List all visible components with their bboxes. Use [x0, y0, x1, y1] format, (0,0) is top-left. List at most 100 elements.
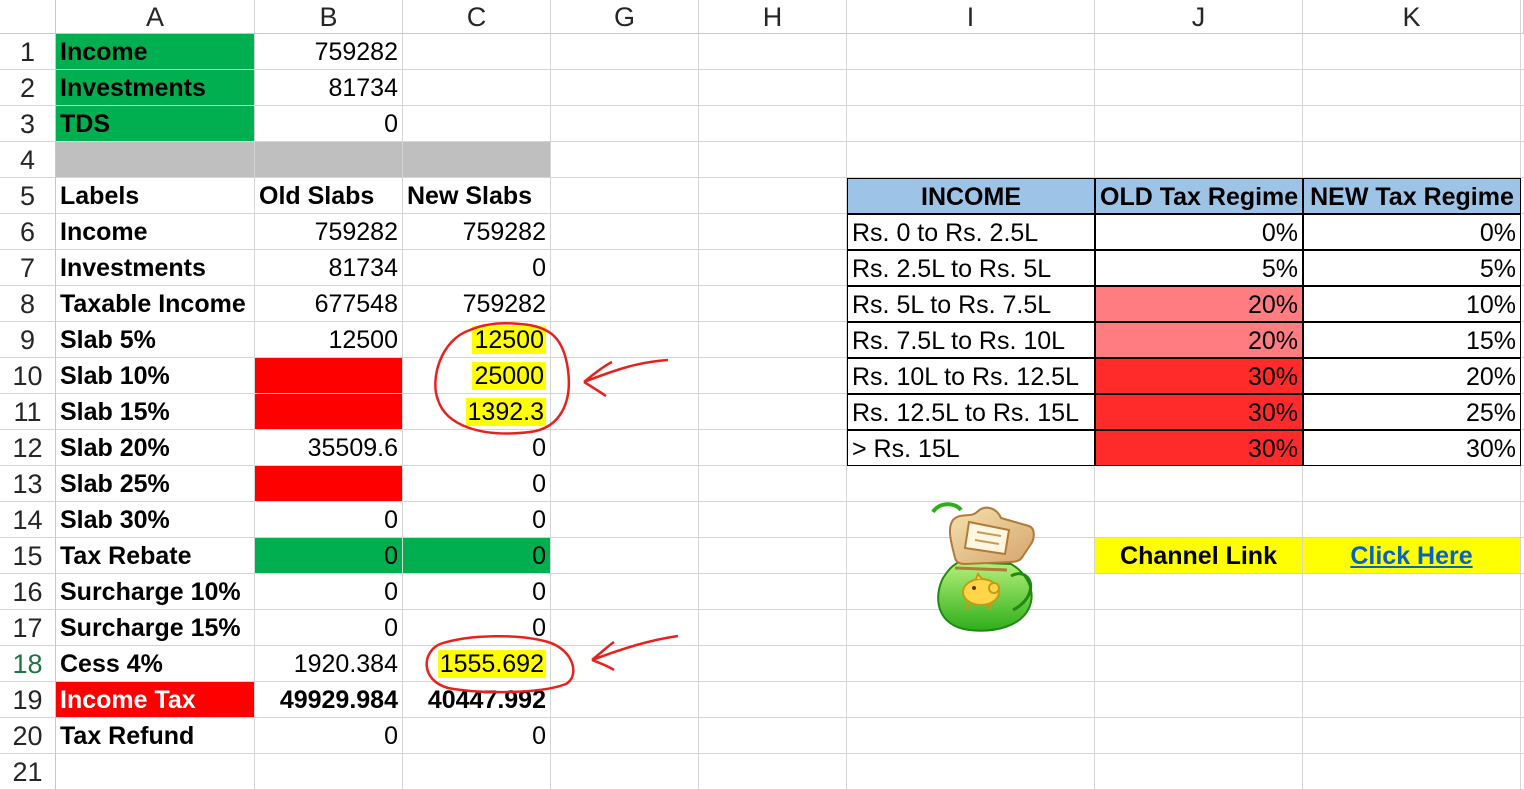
- empty-cell[interactable]: [699, 538, 847, 574]
- cell-j5[interactable]: OLD Tax Regime: [1095, 178, 1303, 214]
- column-header-g[interactable]: G: [551, 0, 699, 34]
- empty-cell[interactable]: [699, 574, 847, 610]
- empty-cell[interactable]: [1303, 574, 1521, 610]
- empty-cell[interactable]: [699, 178, 847, 214]
- cell-k8[interactable]: 10%: [1303, 286, 1521, 322]
- empty-cell[interactable]: [551, 250, 699, 286]
- cell-a20[interactable]: Tax Refund: [56, 718, 255, 754]
- empty-cell[interactable]: [551, 214, 699, 250]
- cell-b4[interactable]: [255, 142, 403, 178]
- column-header-k[interactable]: K: [1303, 0, 1521, 34]
- empty-cell[interactable]: [551, 106, 699, 142]
- cell-a10[interactable]: Slab 10%: [56, 358, 255, 394]
- cell-i5[interactable]: INCOME: [847, 178, 1095, 214]
- empty-cell[interactable]: [551, 178, 699, 214]
- column-header-c[interactable]: C: [403, 0, 551, 34]
- empty-cell[interactable]: [1095, 754, 1303, 790]
- cell-k9[interactable]: 15%: [1303, 322, 1521, 358]
- empty-cell[interactable]: [551, 34, 699, 70]
- empty-cell[interactable]: [1303, 754, 1521, 790]
- cell-c2[interactable]: [403, 70, 551, 106]
- row-header-4[interactable]: 4: [0, 142, 56, 178]
- empty-cell[interactable]: [699, 646, 847, 682]
- cell-i7[interactable]: Rs. 2.5L to Rs. 5L: [847, 250, 1095, 286]
- cell-a1[interactable]: Income: [56, 34, 255, 70]
- click-here-link[interactable]: Click Here: [1350, 542, 1472, 570]
- cell-j12[interactable]: 30%: [1095, 430, 1303, 466]
- cell-b11[interactable]: [255, 394, 403, 430]
- empty-cell[interactable]: [847, 34, 1095, 70]
- empty-cell[interactable]: [847, 754, 1095, 790]
- empty-cell[interactable]: [551, 502, 699, 538]
- cell-c16[interactable]: 0: [403, 574, 551, 610]
- empty-cell[interactable]: [1095, 610, 1303, 646]
- empty-cell[interactable]: [1095, 466, 1303, 502]
- empty-cell[interactable]: [551, 142, 699, 178]
- cell-j10[interactable]: 30%: [1095, 358, 1303, 394]
- cell-c14[interactable]: 0: [403, 502, 551, 538]
- row-header-1[interactable]: 1: [0, 34, 56, 70]
- cell-b1[interactable]: 759282: [255, 34, 403, 70]
- cell-i11[interactable]: Rs. 12.5L to Rs. 15L: [847, 394, 1095, 430]
- empty-cell[interactable]: [1303, 682, 1521, 718]
- empty-cell[interactable]: [699, 214, 847, 250]
- cell-k6[interactable]: 0%: [1303, 214, 1521, 250]
- cell-c20[interactable]: 0: [403, 718, 551, 754]
- empty-cell[interactable]: [847, 106, 1095, 142]
- empty-cell[interactable]: [1095, 574, 1303, 610]
- row-header-17[interactable]: 17: [0, 610, 56, 646]
- cell-a15[interactable]: Tax Rebate: [56, 538, 255, 574]
- cell-c19[interactable]: 40447.992: [403, 682, 551, 718]
- row-header-13[interactable]: 13: [0, 466, 56, 502]
- cell-a17[interactable]: Surcharge 15%: [56, 610, 255, 646]
- empty-cell[interactable]: [847, 142, 1095, 178]
- empty-cell[interactable]: [699, 394, 847, 430]
- row-header-5[interactable]: 5: [0, 178, 56, 214]
- select-all-corner[interactable]: [0, 0, 56, 34]
- cell-c8[interactable]: 759282: [403, 286, 551, 322]
- empty-cell[interactable]: [699, 754, 847, 790]
- empty-cell[interactable]: [1303, 70, 1521, 106]
- cell-a7[interactable]: Investments: [56, 250, 255, 286]
- empty-cell[interactable]: [847, 466, 1095, 502]
- empty-cell[interactable]: [699, 430, 847, 466]
- empty-cell[interactable]: [847, 646, 1095, 682]
- cell-a2[interactable]: Investments: [56, 70, 255, 106]
- row-header-10[interactable]: 10: [0, 358, 56, 394]
- cell-b9[interactable]: 12500: [255, 322, 403, 358]
- empty-cell[interactable]: [1303, 466, 1521, 502]
- empty-cell[interactable]: [1095, 682, 1303, 718]
- empty-cell[interactable]: [551, 358, 699, 394]
- empty-cell[interactable]: [1095, 718, 1303, 754]
- cell-c6[interactable]: 759282: [403, 214, 551, 250]
- empty-cell[interactable]: [551, 322, 699, 358]
- empty-cell[interactable]: [551, 646, 699, 682]
- empty-cell[interactable]: [699, 34, 847, 70]
- column-header-j[interactable]: J: [1095, 0, 1303, 34]
- cell-a4[interactable]: [56, 142, 255, 178]
- cell-a16[interactable]: Surcharge 10%: [56, 574, 255, 610]
- cell-a3[interactable]: TDS: [56, 106, 255, 142]
- empty-cell[interactable]: [551, 574, 699, 610]
- empty-cell[interactable]: [551, 718, 699, 754]
- cell-c4[interactable]: [403, 142, 551, 178]
- empty-cell[interactable]: [1303, 106, 1521, 142]
- column-header-i[interactable]: I: [847, 0, 1095, 34]
- cell-a13[interactable]: Slab 25%: [56, 466, 255, 502]
- row-header-2[interactable]: 2: [0, 70, 56, 106]
- cell-c7[interactable]: 0: [403, 250, 551, 286]
- cell-k5[interactable]: NEW Tax Regime: [1303, 178, 1521, 214]
- empty-cell[interactable]: [1303, 502, 1521, 538]
- row-header-15[interactable]: 15: [0, 538, 56, 574]
- empty-cell[interactable]: [551, 430, 699, 466]
- empty-cell[interactable]: [699, 70, 847, 106]
- cell-j11[interactable]: 30%: [1095, 394, 1303, 430]
- cell-j6[interactable]: 0%: [1095, 214, 1303, 250]
- empty-cell[interactable]: [1303, 718, 1521, 754]
- empty-cell[interactable]: [1095, 34, 1303, 70]
- cell-a6[interactable]: Income: [56, 214, 255, 250]
- empty-cell[interactable]: [551, 394, 699, 430]
- empty-cell[interactable]: [551, 610, 699, 646]
- empty-cell[interactable]: [699, 106, 847, 142]
- column-header-h[interactable]: H: [699, 0, 847, 34]
